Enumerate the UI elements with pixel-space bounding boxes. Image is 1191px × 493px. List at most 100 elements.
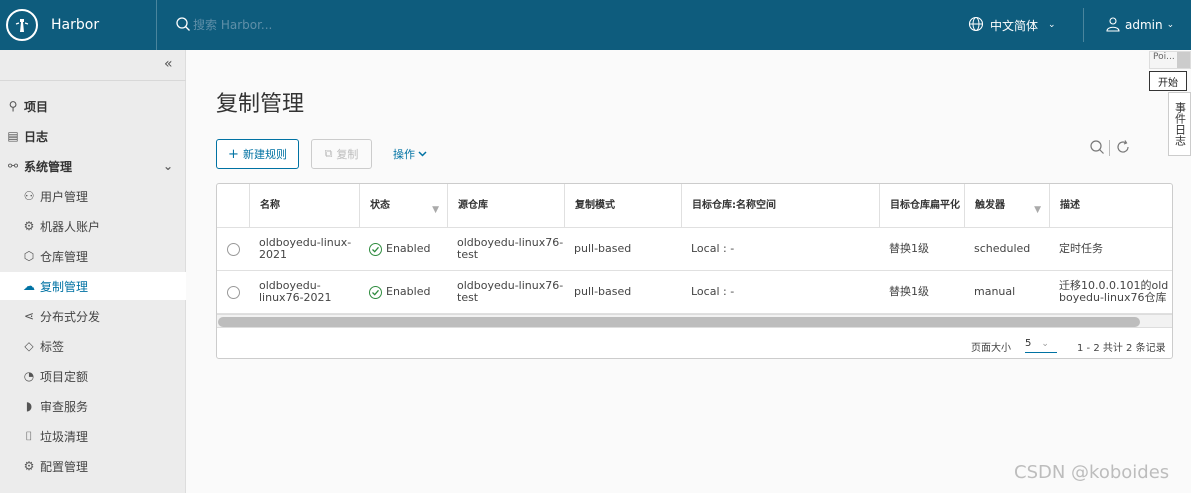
registry-icon: ⬡ bbox=[23, 249, 35, 263]
chevron-down-icon bbox=[418, 148, 427, 161]
chevron-down-icon: ⌄ bbox=[1166, 20, 1175, 30]
header-label: 触发器 bbox=[975, 199, 1005, 211]
sidebar-item-label: 配置管理 bbox=[40, 459, 89, 474]
page-size-label: 页面大小 bbox=[971, 343, 1011, 354]
floating-widget-header: Poi... bbox=[1149, 51, 1191, 69]
sidebar-item-projects[interactable]: ⚲ 项目 bbox=[0, 92, 186, 120]
radio-button[interactable] bbox=[227, 285, 240, 299]
chevron-down-icon: ⌄ bbox=[1041, 338, 1049, 349]
sidebar-item-replications[interactable]: ☁ 复制管理 bbox=[0, 272, 186, 300]
page-size-value: 5 bbox=[1025, 338, 1032, 349]
column-header-name[interactable]: 名称 bbox=[249, 184, 359, 227]
cell-flatten: 替换1级 bbox=[889, 242, 929, 255]
scrollbar-thumb[interactable] bbox=[218, 317, 1140, 327]
header-label: 目标仓库:名称空间 bbox=[692, 199, 776, 211]
toolbar-divider bbox=[1109, 140, 1110, 156]
sidebar-item-label: 垃圾清理 bbox=[40, 429, 89, 444]
check-circle-icon bbox=[369, 242, 382, 256]
sidebar-item-label: 项目定额 bbox=[40, 369, 89, 384]
page-size-select[interactable]: 5 ⌄ bbox=[1025, 335, 1057, 353]
top-nav: Harbor 中文简体 ⌄ admin ⌄ bbox=[0, 0, 1191, 50]
operations-dropdown[interactable]: 操作 bbox=[393, 146, 427, 162]
filter-icon[interactable]: ▼ bbox=[1034, 204, 1041, 216]
sidebar-item-label: 用户管理 bbox=[40, 189, 89, 204]
user-icon bbox=[1105, 16, 1121, 35]
table-row[interactable]: oldboyedu-linux-2021 Enabled oldboyedu-l… bbox=[217, 228, 1172, 271]
header-label: 名称 bbox=[260, 199, 280, 211]
global-search bbox=[175, 16, 935, 35]
robot-icon: ⚙ bbox=[23, 219, 35, 233]
sidebar-item-config[interactable]: ⚙ 配置管理 bbox=[0, 452, 186, 480]
event-log-tab[interactable]: 事件日志 bbox=[1168, 92, 1191, 156]
search-input[interactable] bbox=[193, 18, 493, 32]
cell-description: 迁移10.0.0.101的oldboyedu-linux76仓库 bbox=[1059, 279, 1169, 304]
search-icon bbox=[175, 16, 191, 35]
sidebar-item-label: 分布式分发 bbox=[40, 309, 101, 324]
column-header-description[interactable]: 描述 bbox=[1049, 184, 1172, 227]
column-header-mode[interactable]: 复制模式 bbox=[564, 184, 681, 227]
sidebar-item-interrogation[interactable]: ◗ 审查服务 bbox=[0, 392, 186, 420]
select-column bbox=[217, 184, 249, 227]
cell-source: oldboyedu-linux76-test bbox=[457, 279, 564, 304]
globe-icon bbox=[968, 16, 984, 35]
user-menu[interactable]: admin ⌄ bbox=[1105, 0, 1174, 50]
refresh-icon[interactable] bbox=[1115, 139, 1131, 158]
chevron-down-icon: ⌄ bbox=[1048, 20, 1056, 30]
new-rule-button[interactable]: + 新建规则 bbox=[216, 139, 299, 169]
sidebar-item-gc[interactable]: ⌷ 垃圾清理 bbox=[0, 422, 186, 450]
sidebar-item-system-admin[interactable]: ⚯ 系统管理 ⌄ bbox=[0, 152, 186, 180]
column-header-status[interactable]: 状态 ▼ bbox=[359, 184, 447, 227]
widget-handle[interactable] bbox=[1177, 52, 1190, 68]
collapse-sidebar-icon[interactable]: « bbox=[164, 56, 173, 72]
table-row[interactable]: oldboyedu-linux76-2021 Enabled oldboyedu… bbox=[217, 271, 1172, 314]
header-divider bbox=[1083, 8, 1084, 42]
language-selector[interactable]: 中文简体 ⌄ bbox=[968, 0, 1056, 50]
new-rule-label: 新建规则 bbox=[242, 148, 287, 161]
sidebar-item-label: 标签 bbox=[40, 339, 65, 354]
copy-icon: ⧉ bbox=[324, 147, 333, 160]
users-icon: ⚇ bbox=[23, 189, 35, 203]
row-select[interactable] bbox=[217, 271, 249, 313]
start-button[interactable]: 开始 bbox=[1149, 71, 1187, 91]
cell-name: oldboyedu-linux76-2021 bbox=[259, 279, 332, 304]
sidebar-item-label: 日志 bbox=[24, 129, 49, 144]
sidebar-item-logs[interactable]: ▤ 日志 bbox=[0, 122, 186, 150]
operations-label: 操作 bbox=[393, 148, 415, 161]
sidebar-item-labels[interactable]: ◇ 标签 bbox=[0, 332, 186, 360]
cell-source: oldboyedu-linux76-test bbox=[457, 236, 564, 261]
horizontal-scrollbar[interactable] bbox=[217, 314, 1172, 328]
copy-button[interactable]: ⧉ 复制 bbox=[311, 139, 372, 169]
column-header-destination[interactable]: 目标仓库:名称空间 bbox=[681, 184, 879, 227]
trash-icon: ⌷ bbox=[25, 428, 33, 443]
cell-status: Enabled bbox=[359, 228, 447, 270]
cell-flatten: 替换1级 bbox=[889, 285, 929, 298]
column-header-trigger[interactable]: 触发器 ▼ bbox=[964, 184, 1049, 227]
user-name: admin bbox=[1125, 18, 1163, 32]
project-icon: ⚲ bbox=[8, 99, 18, 113]
brand[interactable]: Harbor bbox=[0, 0, 157, 50]
sidebar-item-label: 系统管理 bbox=[24, 159, 73, 174]
cell-status: Enabled bbox=[359, 271, 447, 313]
sidebar-item-label: 复制管理 bbox=[40, 279, 89, 294]
header-label: 目标仓库扁平化 bbox=[890, 199, 960, 211]
row-select[interactable] bbox=[217, 228, 249, 270]
column-header-flatten[interactable]: 目标仓库扁平化 bbox=[879, 184, 964, 227]
sidebar-item-users[interactable]: ⚇ 用户管理 bbox=[0, 182, 186, 210]
header-label: 复制模式 bbox=[575, 199, 615, 211]
radio-button[interactable] bbox=[227, 242, 240, 256]
table-header: 名称 状态 ▼ 源仓库 复制模式 目标仓库:名称空间 目标仓库扁平化 触发器 ▼ 描… bbox=[217, 184, 1172, 228]
filter-icon[interactable]: ▼ bbox=[432, 204, 439, 216]
sidebar-item-distributions[interactable]: ⋖ 分布式分发 bbox=[0, 302, 186, 330]
replication-icon: ☁ bbox=[23, 279, 35, 293]
shield-icon: ◗ bbox=[25, 399, 33, 413]
sidebar-item-robot-accounts[interactable]: ⚙ 机器人账户 bbox=[0, 212, 186, 240]
sidebar-item-registries[interactable]: ⬡ 仓库管理 bbox=[0, 242, 186, 270]
copy-label: 复制 bbox=[336, 148, 359, 161]
search-icon[interactable] bbox=[1089, 139, 1105, 158]
sidebar-item-label: 项目 bbox=[24, 99, 49, 114]
cell-description: 定时任务 bbox=[1059, 242, 1103, 255]
sidebar-item-quotas[interactable]: ◔ 项目定额 bbox=[0, 362, 186, 390]
quota-icon: ◔ bbox=[23, 369, 35, 383]
column-header-source[interactable]: 源仓库 bbox=[447, 184, 564, 227]
page-title: 复制管理 bbox=[216, 92, 305, 117]
